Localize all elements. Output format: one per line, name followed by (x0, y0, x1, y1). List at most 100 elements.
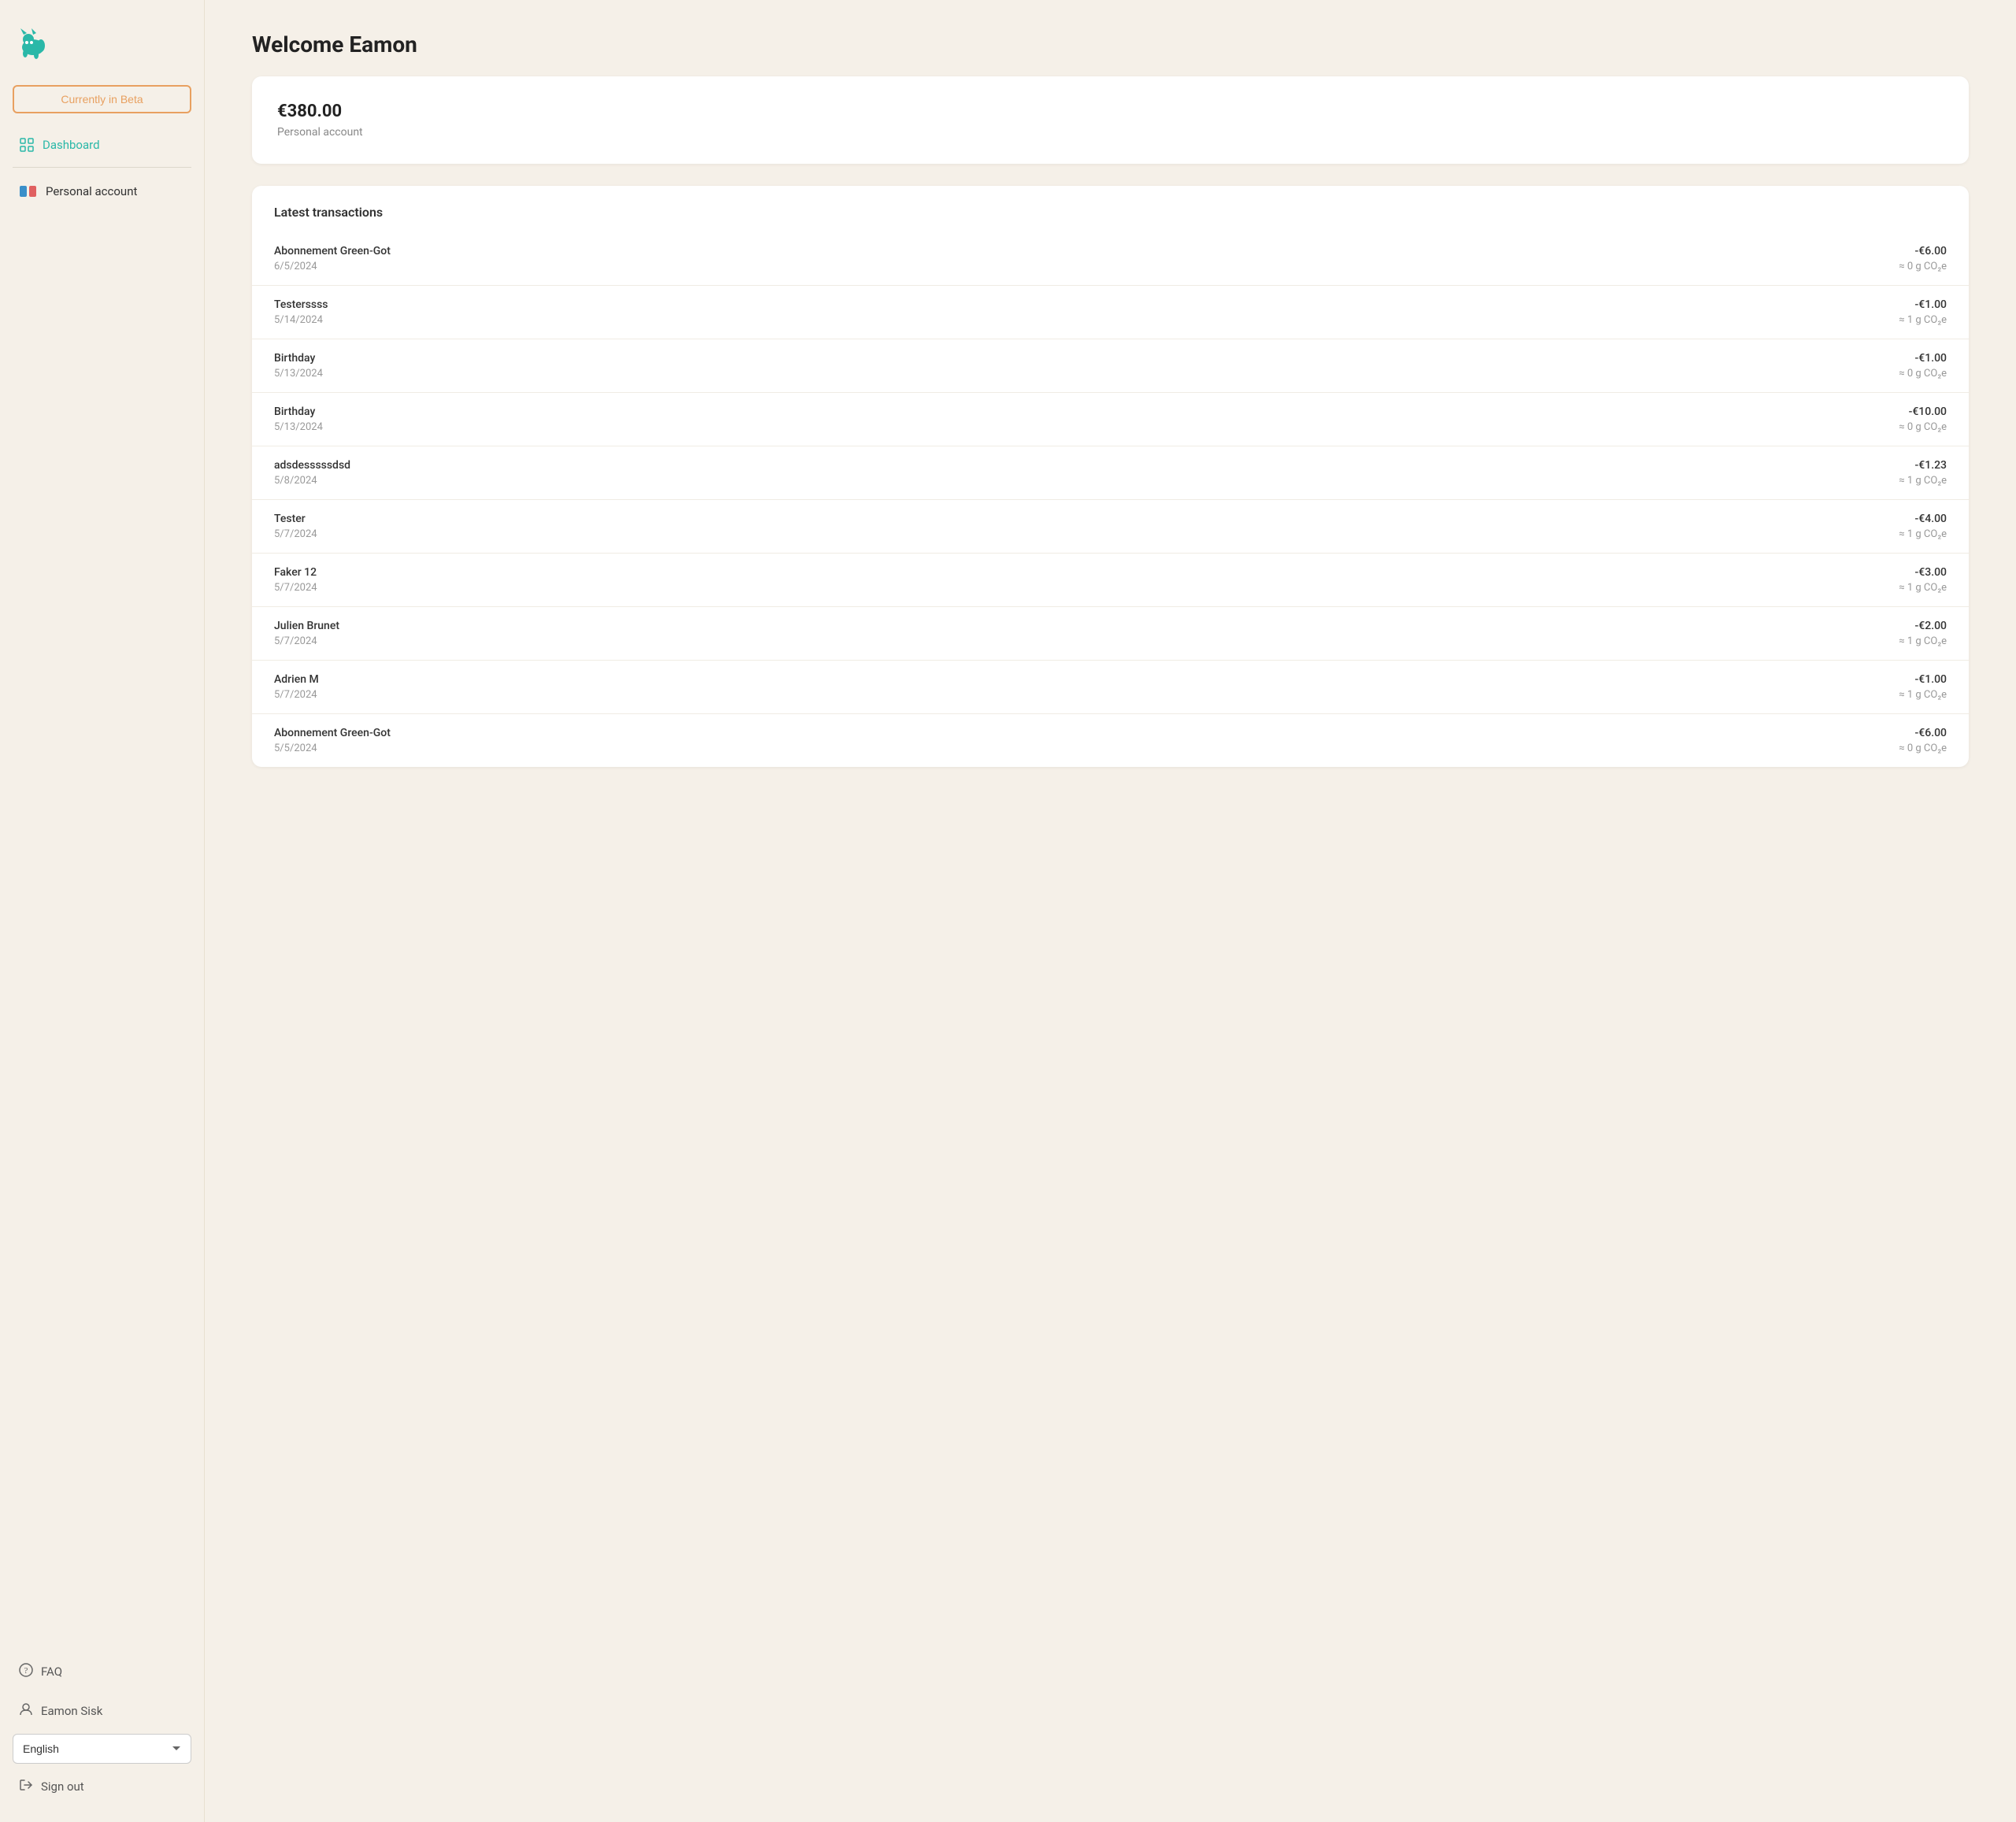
transaction-right: -€2.00 ≈ 1 g CO₂e (1899, 620, 1947, 647)
transaction-right: -€1.00 ≈ 1 g CO₂e (1899, 298, 1947, 326)
transaction-name: Tester (274, 513, 317, 525)
transaction-co2: ≈ 0 g CO₂e (1899, 368, 1947, 380)
page-title: Welcome Eamon (252, 31, 1969, 57)
transaction-date: 5/8/2024 (274, 475, 350, 487)
sidebar-item-dashboard[interactable]: Dashboard (13, 129, 191, 161)
transaction-name: Faker 12 (274, 566, 317, 579)
transaction-left: Abonnement Green-Got 5/5/2024 (274, 727, 391, 754)
faq-label: FAQ (41, 1665, 62, 1679)
transaction-co2: ≈ 0 g CO₂e (1899, 421, 1947, 433)
sidebar-divider (13, 167, 191, 168)
transaction-co2: ≈ 1 g CO₂e (1899, 475, 1947, 487)
transaction-left: adsdesssssdsd 5/8/2024 (274, 459, 350, 487)
transaction-co2: ≈ 1 g CO₂e (1899, 314, 1947, 326)
transaction-right: -€6.00 ≈ 0 g CO₂e (1899, 727, 1947, 754)
transaction-name: Julien Brunet (274, 620, 339, 632)
transaction-left: Tester 5/7/2024 (274, 513, 317, 540)
transaction-left: Birthday 5/13/2024 (274, 352, 323, 380)
transaction-co2: ≈ 1 g CO₂e (1899, 582, 1947, 594)
transaction-amount: -€1.23 (1915, 459, 1947, 472)
sidebar: Currently in Beta Dashboard Personal acc… (0, 0, 205, 1822)
transaction-date: 5/13/2024 (274, 368, 323, 380)
transaction-name: Birthday (274, 352, 323, 365)
transaction-date: 5/5/2024 (274, 743, 391, 754)
logo (13, 19, 191, 66)
transaction-date: 5/7/2024 (274, 528, 317, 540)
sidebar-item-faq[interactable]: ? FAQ (13, 1655, 191, 1688)
transaction-right: -€3.00 ≈ 1 g CO₂e (1899, 566, 1947, 594)
transaction-right: -€1.23 ≈ 1 g CO₂e (1899, 459, 1947, 487)
transaction-name: adsdesssssdsd (274, 459, 350, 472)
transaction-left: Julien Brunet 5/7/2024 (274, 620, 339, 647)
account-card: €380.00 Personal account (252, 76, 1969, 164)
transactions-section: Latest transactions Abonnement Green-Got… (252, 186, 1969, 767)
transaction-row[interactable]: Testerssss 5/14/2024 -€1.00 ≈ 1 g CO₂e (252, 285, 1969, 339)
transaction-amount: -€6.00 (1915, 245, 1947, 257)
transaction-right: -€4.00 ≈ 1 g CO₂e (1899, 513, 1947, 540)
account-balance: €380.00 (277, 102, 1944, 121)
transaction-date: 5/7/2024 (274, 689, 319, 701)
transactions-title: Latest transactions (252, 186, 1969, 232)
transaction-row[interactable]: Tester 5/7/2024 -€4.00 ≈ 1 g CO₂e (252, 499, 1969, 553)
transaction-amount: -€10.00 (1909, 406, 1947, 418)
transaction-row[interactable]: Abonnement Green-Got 6/5/2024 -€6.00 ≈ 0… (252, 232, 1969, 285)
signout-item[interactable]: Sign out (13, 1770, 191, 1803)
user-icon (19, 1702, 33, 1720)
transaction-date: 5/7/2024 (274, 635, 339, 647)
svg-text:?: ? (24, 1666, 28, 1676)
sidebar-bottom: ? FAQ Eamon Sisk English Français Deutsc… (13, 1655, 191, 1803)
transaction-right: -€1.00 ≈ 0 g CO₂e (1899, 352, 1947, 380)
transaction-right: -€1.00 ≈ 1 g CO₂e (1899, 673, 1947, 701)
transaction-row[interactable]: Faker 12 5/7/2024 -€3.00 ≈ 1 g CO₂e (252, 553, 1969, 606)
transaction-co2: ≈ 1 g CO₂e (1899, 528, 1947, 540)
transaction-amount: -€1.00 (1915, 298, 1947, 311)
transaction-name: Birthday (274, 406, 323, 418)
transaction-name: Abonnement Green-Got (274, 245, 391, 257)
transaction-row[interactable]: adsdesssssdsd 5/8/2024 -€1.23 ≈ 1 g CO₂e (252, 446, 1969, 499)
transaction-amount: -€1.00 (1915, 673, 1947, 686)
transaction-right: -€6.00 ≈ 0 g CO₂e (1899, 245, 1947, 272)
transaction-row[interactable]: Birthday 5/13/2024 -€10.00 ≈ 0 g CO₂e (252, 392, 1969, 446)
transaction-left: Testerssss 5/14/2024 (274, 298, 328, 326)
transaction-amount: -€2.00 (1915, 620, 1947, 632)
beta-button[interactable]: Currently in Beta (13, 85, 191, 113)
transaction-amount: -€6.00 (1915, 727, 1947, 739)
transaction-name: Testerssss (274, 298, 328, 311)
account-card-label: Personal account (277, 126, 1944, 139)
transaction-row[interactable]: Adrien M 5/7/2024 -€1.00 ≈ 1 g CO₂e (252, 660, 1969, 713)
transaction-amount: -€1.00 (1915, 352, 1947, 365)
transaction-left: Birthday 5/13/2024 (274, 406, 323, 433)
signout-icon (19, 1778, 33, 1795)
dashboard-label: Dashboard (43, 138, 100, 152)
faq-icon: ? (19, 1663, 33, 1680)
transaction-left: Adrien M 5/7/2024 (274, 673, 319, 701)
transaction-right: -€10.00 ≈ 0 g CO₂e (1899, 406, 1947, 433)
logo-icon (13, 25, 54, 60)
transaction-date: 6/5/2024 (274, 261, 391, 272)
transaction-row[interactable]: Julien Brunet 5/7/2024 -€2.00 ≈ 1 g CO₂e (252, 606, 1969, 660)
main-content: Welcome Eamon €380.00 Personal account L… (205, 0, 2016, 1822)
transaction-co2: ≈ 0 g CO₂e (1899, 743, 1947, 754)
language-select[interactable]: English Français Deutsch Español (13, 1734, 191, 1764)
transaction-date: 5/7/2024 (274, 582, 317, 594)
transactions-list: Abonnement Green-Got 6/5/2024 -€6.00 ≈ 0… (252, 232, 1969, 767)
transaction-row[interactable]: Birthday 5/13/2024 -€1.00 ≈ 0 g CO₂e (252, 339, 1969, 392)
personal-account-label: Personal account (46, 184, 137, 198)
transaction-amount: -€3.00 (1915, 566, 1947, 579)
sidebar-item-personal-account[interactable]: Personal account (13, 174, 191, 209)
dashboard-icon (19, 137, 35, 153)
transaction-left: Abonnement Green-Got 6/5/2024 (274, 245, 391, 272)
transaction-left: Faker 12 5/7/2024 (274, 566, 317, 594)
account-icon (19, 182, 38, 201)
transaction-co2: ≈ 0 g CO₂e (1899, 261, 1947, 272)
signout-label: Sign out (41, 1779, 84, 1794)
transaction-date: 5/13/2024 (274, 421, 323, 433)
transaction-row[interactable]: Abonnement Green-Got 5/5/2024 -€6.00 ≈ 0… (252, 713, 1969, 767)
transaction-date: 5/14/2024 (274, 314, 328, 326)
transaction-name: Abonnement Green-Got (274, 727, 391, 739)
transaction-co2: ≈ 1 g CO₂e (1899, 689, 1947, 701)
user-name: Eamon Sisk (41, 1704, 102, 1718)
transaction-co2: ≈ 1 g CO₂e (1899, 635, 1947, 647)
transaction-amount: -€4.00 (1915, 513, 1947, 525)
sidebar-item-user: Eamon Sisk (13, 1694, 191, 1728)
